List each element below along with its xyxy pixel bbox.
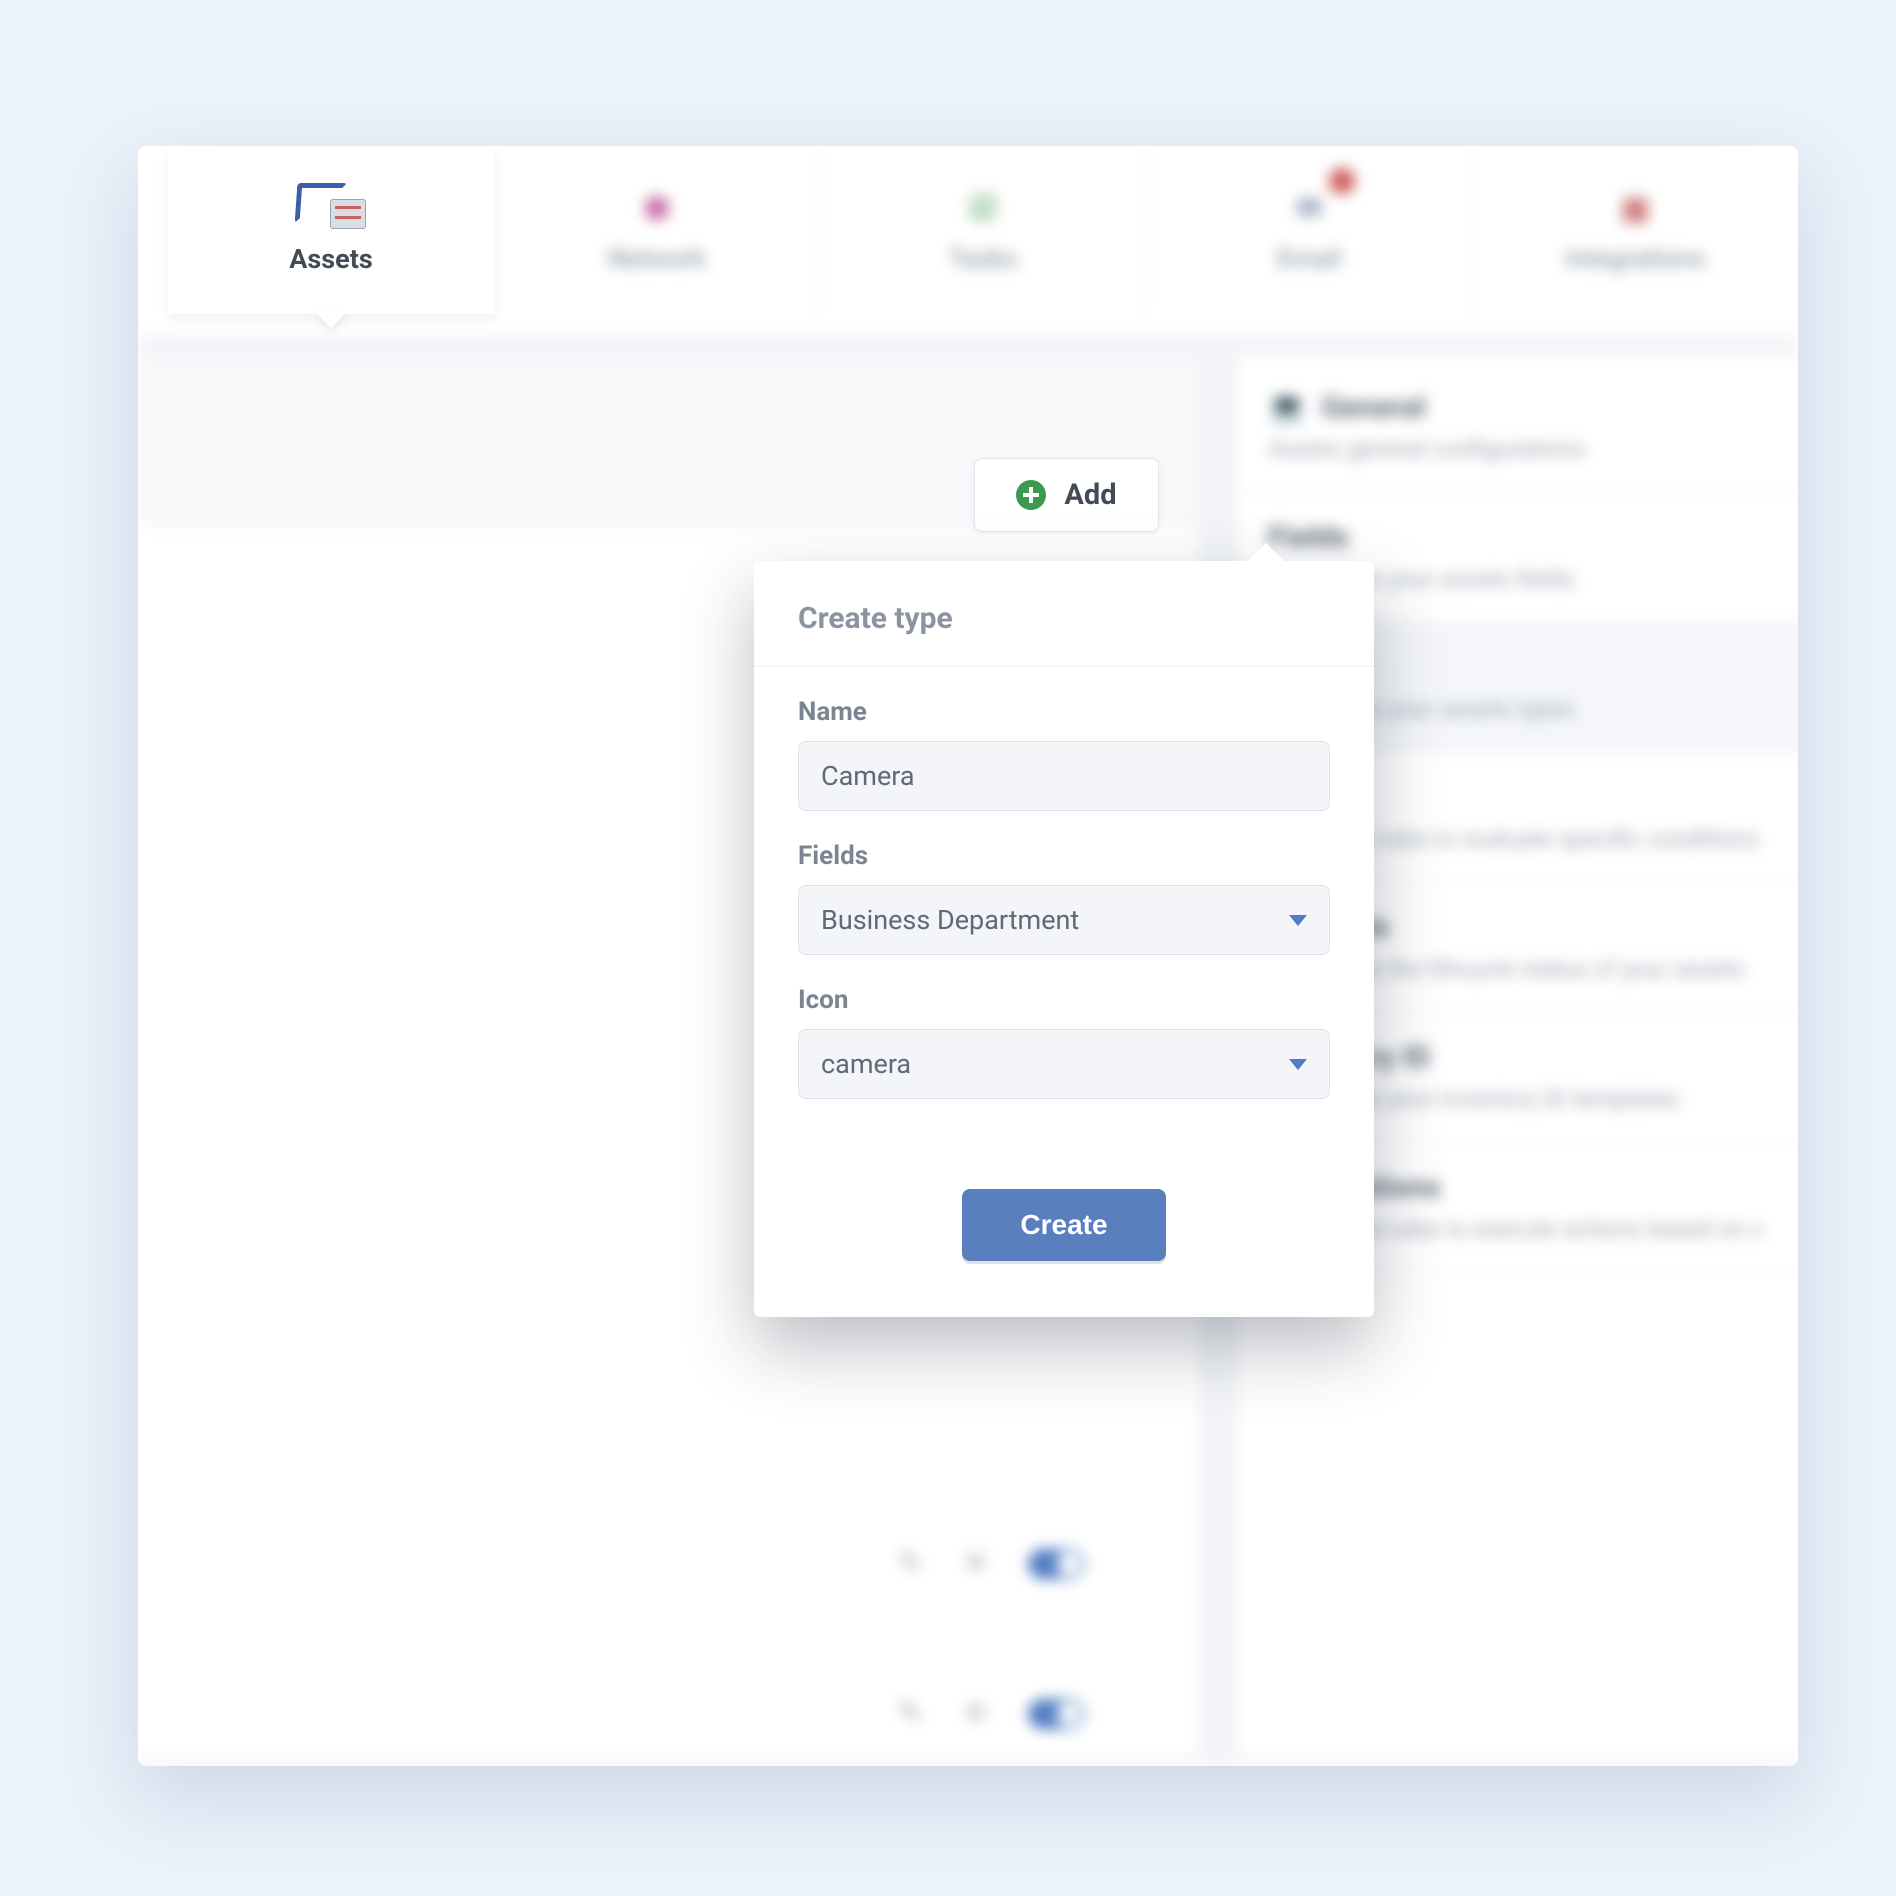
name-label: Name <box>798 697 1330 727</box>
tab-label: Assets <box>289 243 372 275</box>
chevron-down-icon <box>1289 915 1307 926</box>
field-name: Name <box>798 697 1330 811</box>
popover-footer: Create <box>754 1139 1374 1317</box>
icon-select[interactable]: camera <box>798 1029 1330 1099</box>
popover-caret <box>1246 543 1286 563</box>
fields-value: Business Department <box>821 904 1079 936</box>
add-button[interactable]: Add <box>974 458 1159 532</box>
field-icon: Icon camera <box>798 985 1330 1099</box>
chevron-down-icon <box>315 312 347 328</box>
foreground-layer: Assets Add Create type Name Fields <box>138 146 1798 1766</box>
fields-label: Fields <box>798 841 1330 871</box>
add-button-label: Add <box>1064 478 1116 512</box>
tab-assets[interactable]: Assets <box>168 146 494 314</box>
plus-icon <box>1016 480 1046 510</box>
app-canvas: 💻 Assets ⬢ Network ☑ Tasks ✉ Email ▦ <box>138 146 1798 1766</box>
assets-icon <box>296 183 366 229</box>
stage: 💻 Assets ⬢ Network ☑ Tasks ✉ Email ▦ <box>0 0 1896 1896</box>
create-type-popover: Create type Name Fields Business Departm… <box>754 561 1374 1317</box>
popover-body: Name Fields Business Department Icon <box>754 667 1374 1139</box>
field-fields: Fields Business Department <box>798 841 1330 955</box>
create-button[interactable]: Create <box>962 1189 1165 1261</box>
icon-label: Icon <box>798 985 1330 1015</box>
fields-select[interactable]: Business Department <box>798 885 1330 955</box>
popover-title: Create type <box>754 561 1374 667</box>
name-input[interactable] <box>798 741 1330 811</box>
icon-value: camera <box>821 1048 911 1080</box>
chevron-down-icon <box>1289 1059 1307 1070</box>
